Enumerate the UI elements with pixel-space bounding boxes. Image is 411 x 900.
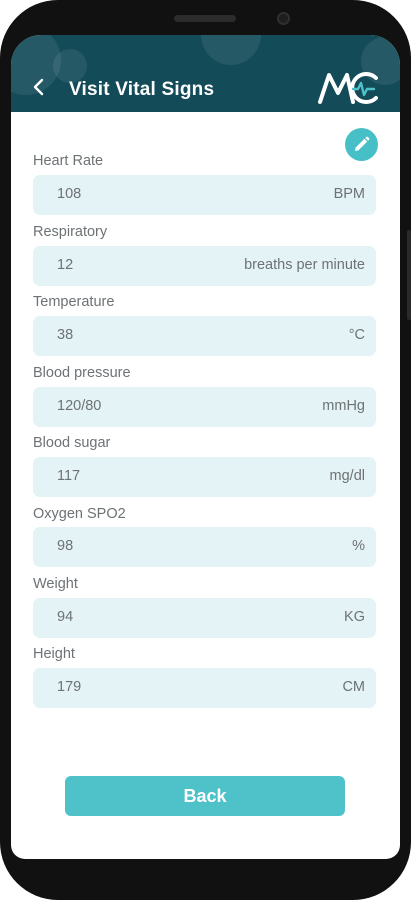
oxygen-spo2-unit: %: [352, 538, 365, 554]
app-logo: [318, 72, 378, 104]
weight-unit: KG: [344, 609, 365, 625]
header-decoration: [53, 49, 87, 83]
blood-pressure-unit: mmHg: [322, 398, 365, 414]
page-title: Visit Vital Signs: [69, 79, 215, 100]
weight-value: 94: [57, 609, 74, 625]
blood-sugar-label: Blood sugar: [33, 435, 111, 451]
chevron-left-icon[interactable]: [29, 77, 49, 97]
weight-field: 94 KG: [33, 598, 376, 638]
pencil-icon: [355, 136, 370, 151]
temperature-value: 38: [57, 327, 74, 343]
back-button[interactable]: Back: [65, 776, 345, 816]
oxygen-spo2-label: Oxygen SPO2: [33, 506, 126, 522]
respiratory-value: 12: [57, 257, 74, 273]
edit-button[interactable]: [345, 128, 378, 161]
heart-rate-label: Heart Rate: [33, 153, 104, 169]
respiratory-label: Respiratory: [33, 224, 108, 240]
height-value: 179: [57, 679, 82, 695]
heart-rate-field: 108 BPM: [33, 175, 376, 215]
respiratory-field: 12 breaths per minute: [33, 246, 376, 286]
height-label: Height: [33, 646, 75, 662]
oxygen-spo2-value: 98: [57, 538, 74, 554]
app-header: Visit Vital Signs: [11, 35, 400, 112]
blood-pressure-field: 120/80 mmHg: [33, 387, 376, 427]
speaker-grille: [174, 15, 236, 22]
phone: Visit Vital Signs Heart Rate 108 BPM Res…: [0, 0, 411, 900]
heart-rate-unit: BPM: [333, 186, 365, 202]
blood-sugar-value: 117: [57, 468, 81, 484]
temperature-label: Temperature: [33, 294, 115, 310]
heart-rate-value: 108: [57, 186, 82, 202]
temperature-field: 38 °C: [33, 316, 376, 356]
app-screen: Visit Vital Signs Heart Rate 108 BPM Res…: [11, 35, 400, 859]
blood-sugar-unit: mg/dl: [329, 468, 365, 484]
blood-pressure-value: 120/80: [57, 398, 102, 414]
blood-pressure-label: Blood pressure: [33, 365, 131, 381]
blood-sugar-field: 117 mg/dl: [33, 457, 376, 497]
front-camera: [277, 12, 290, 25]
height-unit: CM: [342, 679, 365, 695]
height-field: 179 CM: [33, 668, 376, 708]
side-button: [407, 230, 411, 320]
weight-label: Weight: [33, 576, 78, 592]
temperature-unit: °C: [348, 327, 365, 343]
respiratory-unit: breaths per minute: [244, 257, 365, 273]
oxygen-spo2-field: 98 %: [33, 527, 376, 567]
header-decoration: [201, 35, 261, 65]
